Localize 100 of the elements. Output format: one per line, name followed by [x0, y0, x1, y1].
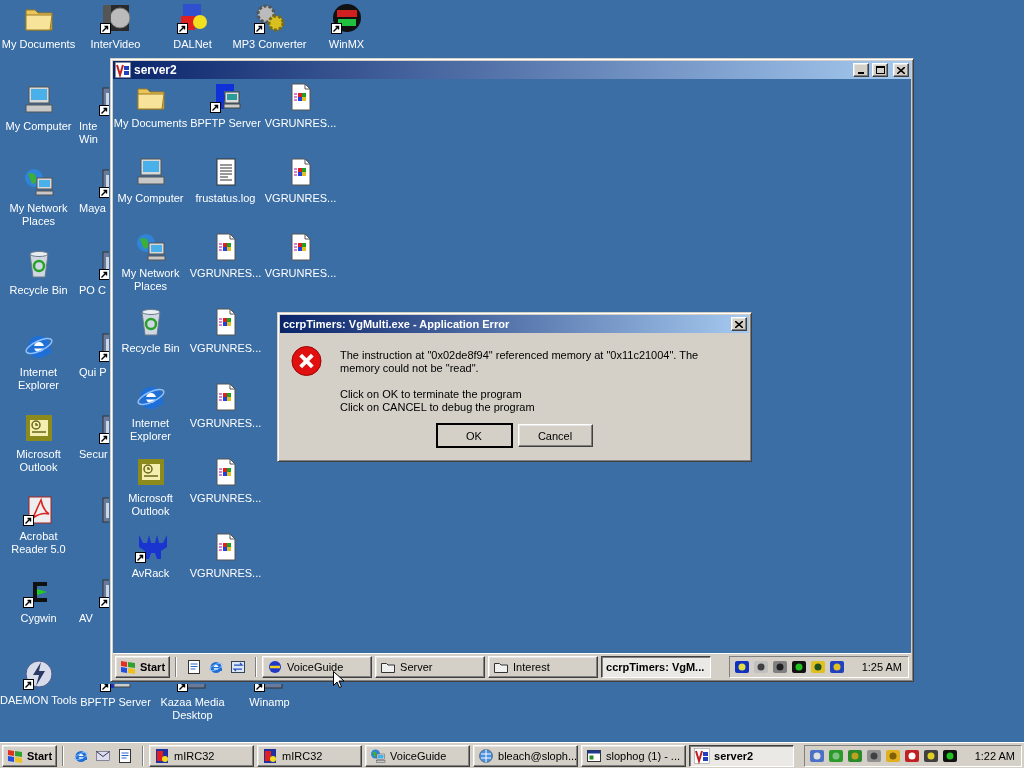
computer-icon[interactable]: [134, 156, 167, 188]
maximize-button[interactable]: [872, 63, 888, 77]
taskbar-button[interactable]: mIRC32: [149, 744, 255, 767]
tray-icon[interactable]: [790, 658, 807, 675]
lightning-disc-icon[interactable]: [22, 658, 55, 690]
maximize-icon: [875, 66, 885, 74]
desktop-icon-label[interactable]: My Documents: [1, 38, 76, 51]
document-icon[interactable]: [22, 494, 55, 526]
desktop-icon-label[interactable]: Microsoft Outlook: [113, 492, 188, 518]
desktop-icon-label[interactable]: VGRUNRES...: [189, 417, 262, 430]
taskbar-button[interactable]: Interest: [488, 655, 599, 678]
tray-icon[interactable]: [752, 658, 769, 675]
windows-flag-icon: [6, 747, 24, 764]
swap-arrows-icon[interactable]: [230, 658, 247, 675]
desktop-icon-label[interactable]: Kazaa Media Desktop: [154, 696, 231, 722]
clock: 1:25 AM: [861, 660, 902, 673]
desktop-icon-label[interactable]: BPFTP Server: [80, 696, 151, 709]
desktop-icon-label[interactable]: BPFTP Server: [190, 117, 261, 130]
tray-icon[interactable]: [865, 747, 882, 764]
close-icon: [897, 66, 905, 74]
desktop-icon-label[interactable]: Inte Win: [79, 120, 110, 146]
window-title: server2: [134, 63, 178, 77]
gears-icon[interactable]: [253, 2, 286, 34]
desktop-icon-label[interactable]: DALNet: [173, 38, 212, 51]
tray-icon[interactable]: [828, 658, 845, 675]
windows-flag-icon: [119, 658, 137, 675]
taskbar-button[interactable]: VoiceGuide: [262, 655, 373, 678]
close-icon: [735, 320, 743, 328]
tray-icon[interactable]: [941, 747, 958, 764]
network-computers-icon[interactable]: [134, 231, 167, 263]
taskbar-button[interactable]: mIRC32: [257, 744, 363, 767]
start-button[interactable]: Start: [2, 744, 58, 767]
desktop-icon-label[interactable]: Recycle Bin: [121, 342, 180, 355]
desktop-icon-label[interactable]: PO C: [79, 284, 106, 297]
error-icon: [291, 345, 322, 377]
instruction-text: Click on OK to terminate the program: [340, 388, 523, 401]
desktop-icon-label[interactable]: My Computer: [117, 192, 184, 205]
tray-icon[interactable]: [922, 747, 939, 764]
taskbar-button[interactable]: Server: [375, 655, 486, 678]
desktop-icon-label[interactable]: DAEMON Tools: [0, 694, 77, 707]
desktop-icon-label[interactable]: My Documents: [113, 117, 188, 130]
tray-icon[interactable]: [903, 747, 920, 764]
desktop-icon-label[interactable]: Internet Explorer: [113, 417, 188, 443]
error-message: The instruction at "0x02de8f94" referenced memory at "0x11c21004". The memory could not be "read".: [340, 349, 700, 375]
notepad-icon[interactable]: [186, 658, 203, 675]
monitor-icon[interactable]: [209, 81, 242, 113]
taskbar-button[interactable]: bleach@sloph...: [473, 744, 579, 767]
desktop-icon-label[interactable]: InterVideo: [90, 38, 141, 51]
desktop-icon-label[interactable]: VGRUNRES...: [189, 267, 262, 280]
computer-icon[interactable]: [22, 84, 55, 116]
dialog-button[interactable]: Cancel: [517, 424, 593, 447]
instruction-text: Click on CANCEL to debug the program: [340, 401, 536, 414]
tray-icon[interactable]: [771, 658, 788, 675]
desktop-icon-label[interactable]: Winamp: [249, 696, 290, 709]
taskbar-button[interactable]: ccrpTimers: VgM...: [601, 655, 712, 678]
desktop-icon-label[interactable]: VGRUNRES...: [189, 492, 262, 505]
start-button[interactable]: Start: [115, 655, 171, 678]
desktop-icon-label[interactable]: Microsoft Outlook: [0, 448, 77, 474]
chat-logo-icon[interactable]: [176, 2, 209, 34]
desktop-icon-label[interactable]: Recycle Bin: [9, 284, 68, 297]
desktop-icon-label[interactable]: My Network Places: [113, 267, 188, 293]
tray-icon[interactable]: [809, 658, 826, 675]
disc-player-icon[interactable]: [99, 2, 132, 34]
desktop-icon-label[interactable]: VGRUNRES...: [189, 342, 262, 355]
desktop-icon-label[interactable]: Cygwin: [20, 612, 57, 625]
desktop-icon-label[interactable]: frustatus.log: [195, 192, 256, 205]
taskbar-button[interactable]: server2: [689, 744, 795, 767]
network-computers-icon: [370, 747, 387, 764]
dialog-button[interactable]: OK: [436, 424, 512, 447]
desktop-icon-label[interactable]: VGRUNRES...: [264, 267, 337, 280]
desktop-icon-label[interactable]: My Network Places: [0, 202, 77, 228]
tray-icon[interactable]: [733, 658, 750, 675]
taskbar-button[interactable]: slophog (1) - ...: [581, 744, 687, 767]
desktop-icon-label[interactable]: Maya: [79, 202, 106, 215]
chat-logo-icon: [262, 747, 279, 764]
vnc-logo-icon: [694, 747, 711, 764]
desktop-icon-label[interactable]: VGRUNRES...: [264, 117, 337, 130]
desktop-icon-label[interactable]: VGRUNRES...: [189, 567, 262, 580]
close-button[interactable]: [893, 63, 909, 77]
close-button[interactable]: [731, 317, 747, 331]
desktop-icon-label[interactable]: Qui P: [79, 366, 107, 379]
desktop-icon-label[interactable]: Internet Explorer: [0, 366, 77, 392]
desktop-icon-label[interactable]: MP3 Converter: [232, 38, 307, 51]
desktop-icon-label[interactable]: Acrobat Reader 5.0: [0, 530, 77, 556]
taskbar-button[interactable]: VoiceGuide: [365, 744, 471, 767]
desktop-icon-label[interactable]: WinMX: [328, 38, 365, 51]
desktop-icon-label[interactable]: AvRack: [131, 567, 170, 580]
notepad-icon[interactable]: [117, 747, 134, 764]
clock: 1:22 AM: [974, 749, 1015, 762]
vnc-logo-icon: [115, 62, 131, 78]
desktop-icon-label[interactable]: My Computer: [5, 120, 72, 133]
desktop-icon-label[interactable]: Secur: [79, 448, 108, 461]
desktop-icon-label[interactable]: AV: [79, 612, 93, 625]
desktop-icon-label[interactable]: VGRUNRES...: [264, 192, 337, 205]
window-icon: [586, 747, 603, 764]
round-logo-icon[interactable]: [330, 2, 363, 34]
network-computers-icon[interactable]: [22, 166, 55, 198]
dialog-title: ccrpTimers: VgMulti.exe - Application Error: [283, 318, 511, 330]
chat-logo-icon: [154, 747, 171, 764]
minimize-button[interactable]: [853, 63, 869, 77]
